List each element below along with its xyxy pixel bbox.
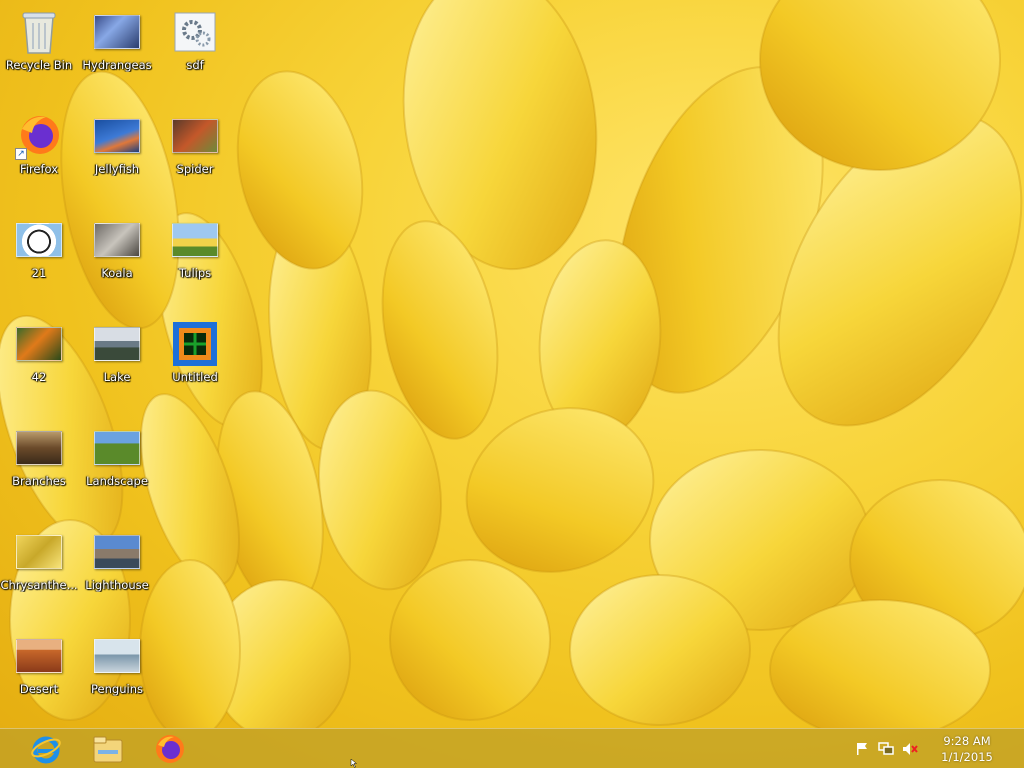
mouse-cursor-icon: [350, 759, 358, 768]
desktop[interactable]: Recycle Bin Hydrangeas sdf ↗ Firefox Jellyfis…: [0, 0, 1024, 768]
clock-date: 1/1/2015: [941, 750, 993, 764]
volume-muted-icon[interactable]: [902, 741, 918, 757]
firefox-icon: [156, 735, 184, 763]
desktop-icon-hydrangeas[interactable]: Hydrangeas: [78, 0, 156, 100]
desktop-icon-koala[interactable]: Koala: [78, 208, 156, 308]
desktop-icon-42[interactable]: 42: [0, 312, 78, 412]
thumbnail-image: [94, 327, 140, 361]
thumbnail-image: [94, 431, 140, 465]
file-explorer-icon: [93, 736, 123, 763]
clock-time: 9:28 AM: [943, 734, 991, 748]
shortcut-arrow-icon: ↗: [15, 148, 27, 160]
desktop-icon-21[interactable]: 21: [0, 208, 78, 308]
action-center-flag-icon[interactable]: [854, 741, 870, 757]
desktop-icon-untitled[interactable]: Untitled: [156, 312, 234, 412]
taskbar: 9:28 AM 1/1/2015: [0, 728, 1024, 768]
image-file-icon: [93, 320, 141, 368]
taskbar-file-explorer-button[interactable]: [80, 731, 136, 767]
taskbar-clock[interactable]: 9:28 AM 1/1/2015: [936, 733, 998, 765]
image-file-icon: [93, 112, 141, 160]
desktop-icon-label: Landscape: [86, 474, 148, 488]
thumbnail-image: [16, 327, 62, 361]
desktop-icon-label: Lighthouse: [85, 578, 149, 592]
image-file-icon: [171, 112, 219, 160]
desktop-icon-recycle-bin[interactable]: Recycle Bin: [0, 0, 78, 100]
desktop-icon-sdf[interactable]: sdf: [156, 0, 234, 100]
desktop-icon-label: sdf: [186, 58, 204, 72]
image-file-icon: [15, 424, 63, 472]
desktop-icon-label: Recycle Bin: [5, 58, 73, 72]
desktop-icon-label: Tulips: [178, 266, 212, 280]
desktop-icon-firefox[interactable]: ↗ Firefox: [0, 104, 78, 204]
desktop-icon-label: Untitled: [172, 370, 218, 384]
desktop-icon-label: Koala: [101, 266, 133, 280]
image-file-icon: [93, 528, 141, 576]
desktop-icon-label: 21: [31, 266, 47, 280]
desktop-icon-jellyfish[interactable]: Jellyfish: [78, 104, 156, 204]
image-file-icon: [93, 216, 141, 264]
image-file-icon: [93, 424, 141, 472]
thumbnail-image: [94, 639, 140, 673]
desktop-icon-chrysanthe[interactable]: Chrysanthe...: [0, 520, 78, 620]
image-file-icon: [93, 8, 141, 56]
thumbnail-image: [94, 15, 140, 49]
thumbnail-image: [94, 223, 140, 257]
desktop-icon-tulips[interactable]: Tulips: [156, 208, 234, 308]
desktop-icon-lake[interactable]: Lake: [78, 312, 156, 412]
desktop-icon-label: Jellyfish: [94, 162, 140, 176]
thumbnail-image: [16, 639, 62, 673]
network-icon[interactable]: [878, 741, 894, 757]
image-file-icon: [15, 528, 63, 576]
desktop-icon-lighthouse[interactable]: Lighthouse: [78, 520, 156, 620]
image-file-icon: [171, 216, 219, 264]
thumbnail-image: [16, 431, 62, 465]
thumbnail-image: [16, 535, 62, 569]
image-file-icon: [15, 216, 63, 264]
thumbnail-image: [172, 223, 218, 257]
system-tray: 9:28 AM 1/1/2015: [854, 729, 1024, 768]
desktop-icon-label: Chrysanthe...: [0, 578, 78, 592]
desktop-icon-label: 42: [31, 370, 47, 384]
desktop-icon-label: Hydrangeas: [82, 58, 152, 72]
thumbnail-image: [16, 223, 62, 257]
internet-explorer-icon: [31, 736, 61, 764]
thumbnail-image: [94, 119, 140, 153]
desktop-icon-label: Desert: [19, 682, 59, 696]
taskbar-internet-explorer-button[interactable]: [18, 731, 74, 767]
image-file-icon: [171, 320, 219, 368]
desktop-icon-label: Lake: [103, 370, 131, 384]
thumbnail-image: [172, 119, 218, 153]
desktop-icon-label: Branches: [12, 474, 66, 488]
desktop-icon-penguins[interactable]: Penguins: [78, 624, 156, 724]
settings-file-icon: [171, 8, 219, 56]
desktop-icon-branches[interactable]: Branches: [0, 416, 78, 516]
thumbnail-image: [94, 535, 140, 569]
image-file-icon: [15, 632, 63, 680]
firefox-icon: ↗: [15, 112, 63, 160]
recycle-bin-icon: [15, 8, 63, 56]
desktop-icon-label: Firefox: [19, 162, 59, 176]
taskbar-firefox-button[interactable]: [142, 731, 198, 767]
image-file-icon: [15, 320, 63, 368]
desktop-icon-label: Spider: [176, 162, 214, 176]
image-file-icon: [93, 632, 141, 680]
desktop-icon-landscape[interactable]: Landscape: [78, 416, 156, 516]
desktop-icon-desert[interactable]: Desert: [0, 624, 78, 724]
desktop-icon-spider[interactable]: Spider: [156, 104, 234, 204]
desktop-icon-label: Penguins: [91, 682, 143, 696]
